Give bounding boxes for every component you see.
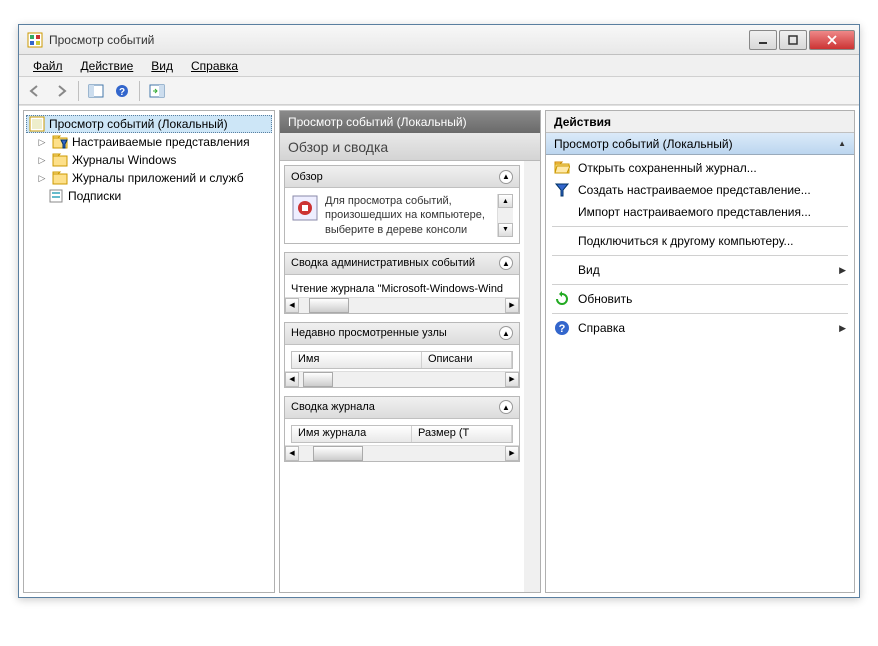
tree-root[interactable]: Просмотр событий (Локальный) <box>26 115 272 133</box>
overview-text: Для просмотра событий, произошедших на к… <box>325 194 491 237</box>
tree-item-label: Настраиваемые представления <box>72 135 250 149</box>
menu-view[interactable]: Вид <box>143 57 181 75</box>
action-connect-computer[interactable]: Подключиться к другому компьютеру... <box>546 230 854 252</box>
collapse-icon[interactable]: ▲ <box>838 139 846 148</box>
submenu-arrow-icon: ▶ <box>839 323 846 334</box>
tree-subscriptions[interactable]: Подписки <box>26 187 272 205</box>
folder-filter-icon <box>52 134 68 150</box>
tree-item-label: Журналы приложений и служб <box>72 171 244 185</box>
section-admin-header[interactable]: Сводка административных событий ▲ <box>285 253 519 275</box>
section-overview: Обзор ▲ Для просмотра событий, произошед… <box>284 165 520 244</box>
tree-custom-views[interactable]: ▷ Настраиваемые представления <box>26 133 272 151</box>
separator <box>552 255 848 256</box>
titlebar[interactable]: Просмотр событий <box>19 25 859 55</box>
show-actions-button[interactable] <box>145 80 169 102</box>
collapse-icon[interactable]: ▲ <box>499 256 513 270</box>
action-import-custom-view[interactable]: Импорт настраиваемого представления... <box>546 201 854 223</box>
section-recent-header[interactable]: Недавно просмотренные узлы ▲ <box>285 323 519 345</box>
action-label: Справка <box>578 321 625 335</box>
folder-icon <box>52 152 68 168</box>
blank-icon <box>554 233 570 249</box>
collapse-icon[interactable]: ▲ <box>499 170 513 184</box>
app-icon <box>27 32 43 48</box>
collapse-icon[interactable]: ▲ <box>499 326 513 340</box>
action-label: Импорт настраиваемого представления... <box>578 205 811 219</box>
show-tree-button[interactable] <box>84 80 108 102</box>
scrollbar-horizontal[interactable]: ◀▶ <box>285 371 519 387</box>
svg-text:?: ? <box>559 323 566 335</box>
scrollbar-horizontal[interactable]: ◀▶ <box>285 445 519 461</box>
scrollbar-horizontal[interactable]: ◀▶ <box>285 297 519 313</box>
action-label: Вид <box>578 263 600 277</box>
action-help[interactable]: ? Справка ▶ <box>546 317 854 339</box>
blank-icon <box>554 262 570 278</box>
main-window: Просмотр событий Файл Действие Вид Справ… <box>18 24 860 598</box>
collapse-icon[interactable]: ▲ <box>499 400 513 414</box>
folder-icon <box>52 170 68 186</box>
help-icon: ? <box>554 320 570 336</box>
tree-root-label: Просмотр событий (Локальный) <box>49 117 228 131</box>
refresh-icon <box>554 291 570 307</box>
recent-columns[interactable]: Имя Описани <box>291 351 513 369</box>
filter-icon <box>554 182 570 198</box>
action-label: Подключиться к другому компьютеру... <box>578 234 794 248</box>
toolbar: ? <box>19 77 859 105</box>
menubar: Файл Действие Вид Справка <box>19 55 859 77</box>
forward-button[interactable] <box>49 80 73 102</box>
action-label: Создать настраиваемое представление... <box>578 183 811 197</box>
window-title: Просмотр событий <box>49 33 747 47</box>
section-admin: Сводка административных событий ▲ Чтение… <box>284 252 520 314</box>
menu-help[interactable]: Справка <box>183 57 246 75</box>
close-button[interactable] <box>809 30 855 50</box>
expand-icon[interactable]: ▷ <box>36 173 48 184</box>
separator <box>552 313 848 314</box>
action-label: Обновить <box>578 292 632 306</box>
tree-app-logs[interactable]: ▷ Журналы приложений и служб <box>26 169 272 187</box>
tree-windows-logs[interactable]: ▷ Журналы Windows <box>26 151 272 169</box>
actions-header: Действия <box>546 111 854 133</box>
action-open-saved-log[interactable]: Открыть сохраненный журнал... <box>546 157 854 179</box>
body-panes: Просмотр событий (Локальный) ▷ Настраива… <box>19 105 859 597</box>
section-summary-header[interactable]: Сводка журнала ▲ <box>285 397 519 419</box>
section-recent: Недавно просмотренные узлы ▲ Имя Описани… <box>284 322 520 388</box>
expand-icon[interactable]: ▷ <box>36 155 48 166</box>
scrollbar-vertical[interactable]: ▲▼ <box>497 194 513 237</box>
tree-item-label: Журналы Windows <box>72 153 176 167</box>
separator <box>552 284 848 285</box>
subscriptions-icon <box>48 188 64 204</box>
admin-text: Чтение журнала "Microsoft-Windows-Wind <box>285 275 519 295</box>
content-scrollbar[interactable] <box>524 161 540 592</box>
content-pane: Просмотр событий (Локальный) Обзор и сво… <box>279 110 541 593</box>
folder-open-icon <box>554 160 570 176</box>
content-subtitle: Обзор и сводка <box>280 133 540 161</box>
blank-icon <box>554 204 570 220</box>
maximize-button[interactable] <box>779 30 807 50</box>
separator <box>552 226 848 227</box>
menu-file[interactable]: Файл <box>25 57 71 75</box>
action-view[interactable]: Вид ▶ <box>546 259 854 281</box>
content-header: Просмотр событий (Локальный) <box>280 111 540 133</box>
help-button[interactable]: ? <box>110 80 134 102</box>
expand-icon[interactable]: ▷ <box>36 137 48 148</box>
tree-item-label: Подписки <box>68 189 121 203</box>
section-summary: Сводка журнала ▲ Имя журнала Размер (Т ◀… <box>284 396 520 462</box>
info-icon <box>291 194 319 222</box>
actions-pane: Действия Просмотр событий (Локальный)▲ О… <box>545 110 855 593</box>
submenu-arrow-icon: ▶ <box>839 265 846 276</box>
summary-columns[interactable]: Имя журнала Размер (Т <box>291 425 513 443</box>
action-create-custom-view[interactable]: Создать настраиваемое представление... <box>546 179 854 201</box>
action-label: Открыть сохраненный журнал... <box>578 161 757 175</box>
minimize-button[interactable] <box>749 30 777 50</box>
action-refresh[interactable]: Обновить <box>546 288 854 310</box>
tree-pane: Просмотр событий (Локальный) ▷ Настраива… <box>23 110 275 593</box>
back-button[interactable] <box>23 80 47 102</box>
actions-sub-header[interactable]: Просмотр событий (Локальный)▲ <box>546 133 854 155</box>
section-overview-header[interactable]: Обзор ▲ <box>285 166 519 188</box>
menu-action[interactable]: Действие <box>73 57 142 75</box>
svg-text:?: ? <box>119 87 125 98</box>
event-viewer-icon <box>29 116 45 132</box>
